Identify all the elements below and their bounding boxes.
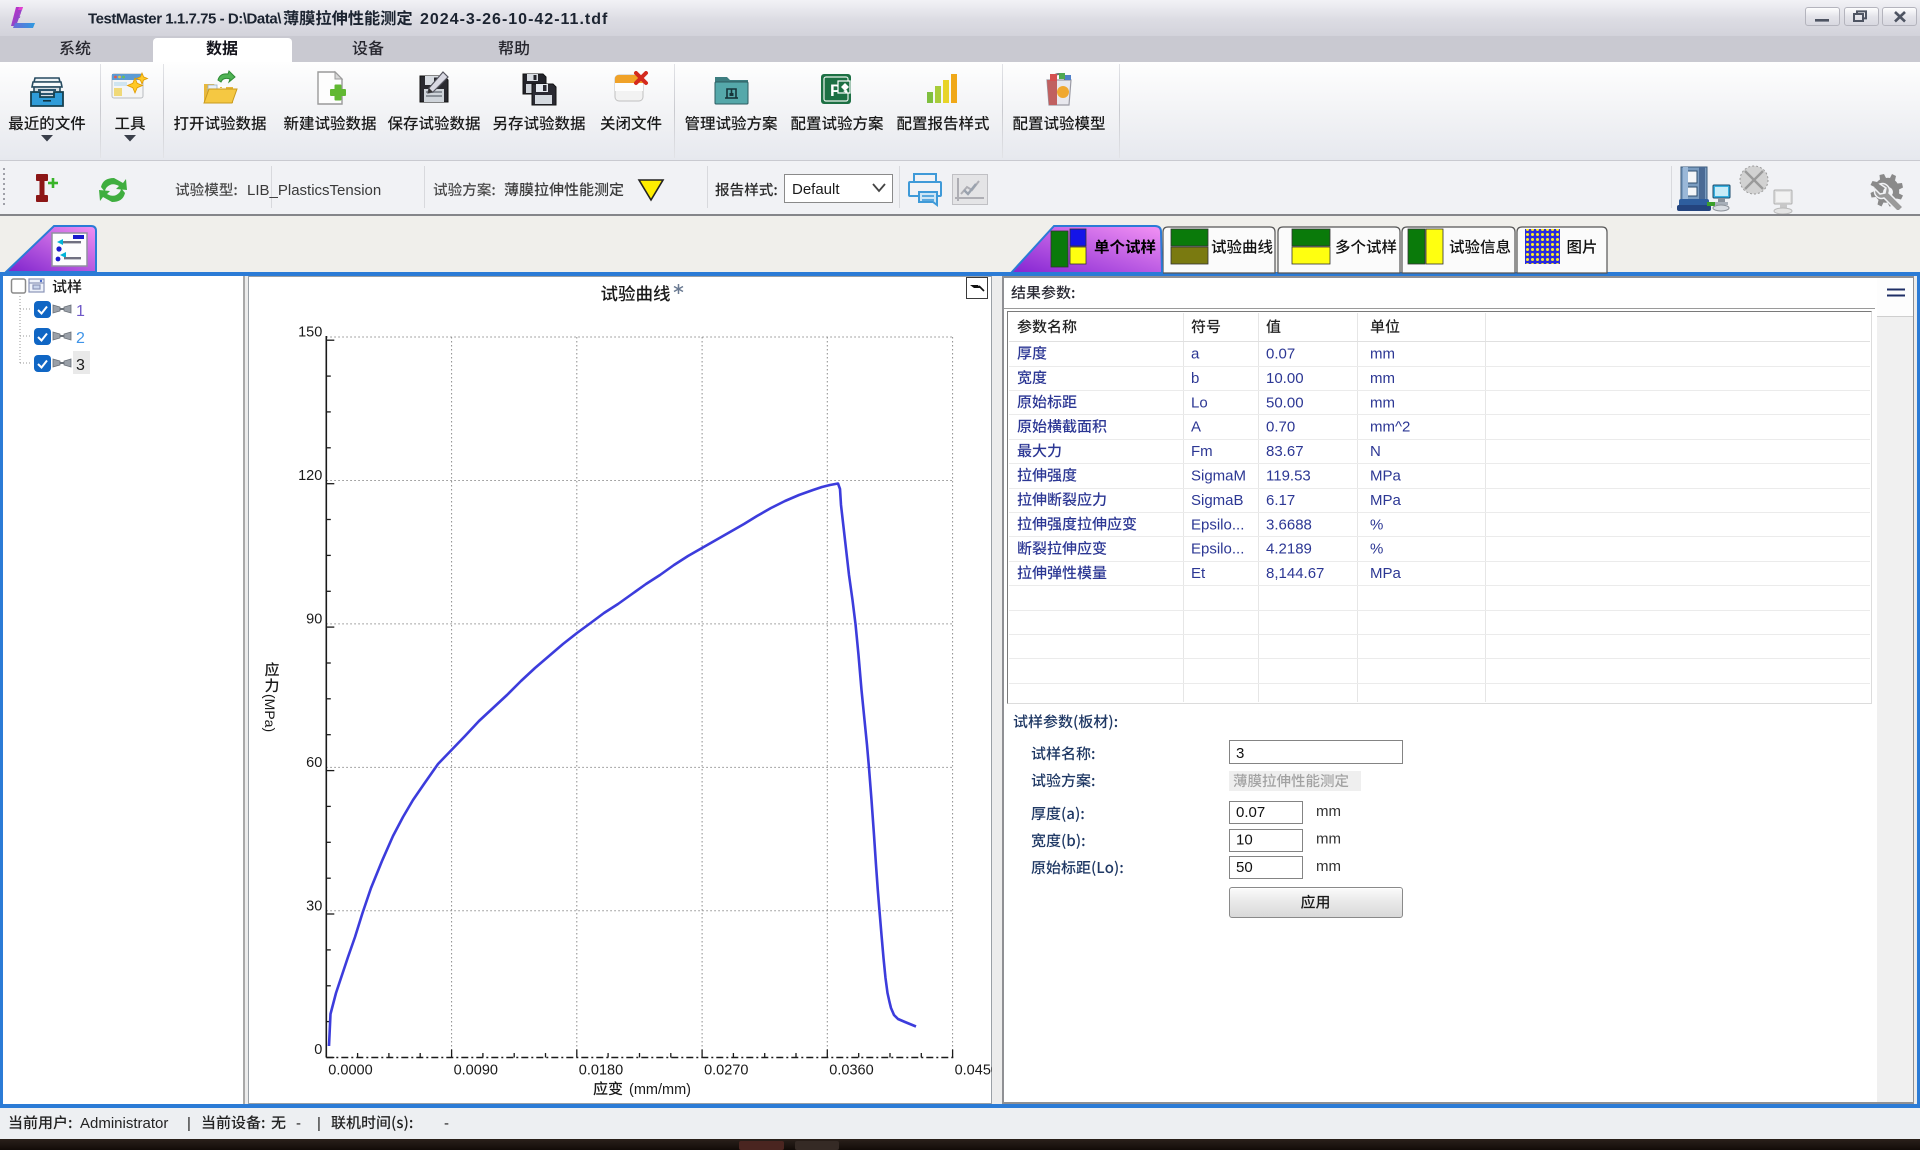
svg-text:90: 90 <box>306 612 322 628</box>
svg-text:0.0360: 0.0360 <box>829 1063 873 1079</box>
svg-text:0: 0 <box>314 1042 322 1058</box>
svg-text:150: 150 <box>298 325 322 341</box>
svg-text:30: 30 <box>306 899 322 915</box>
svg-text:0.0180: 0.0180 <box>579 1063 623 1079</box>
svg-text:0.0450: 0.0450 <box>955 1063 992 1079</box>
svg-text:120: 120 <box>298 468 322 484</box>
svg-text:60: 60 <box>306 755 322 771</box>
svg-text:0.0000: 0.0000 <box>328 1063 372 1079</box>
svg-text:0.0090: 0.0090 <box>454 1063 498 1079</box>
svg-text:0.0270: 0.0270 <box>704 1063 748 1079</box>
